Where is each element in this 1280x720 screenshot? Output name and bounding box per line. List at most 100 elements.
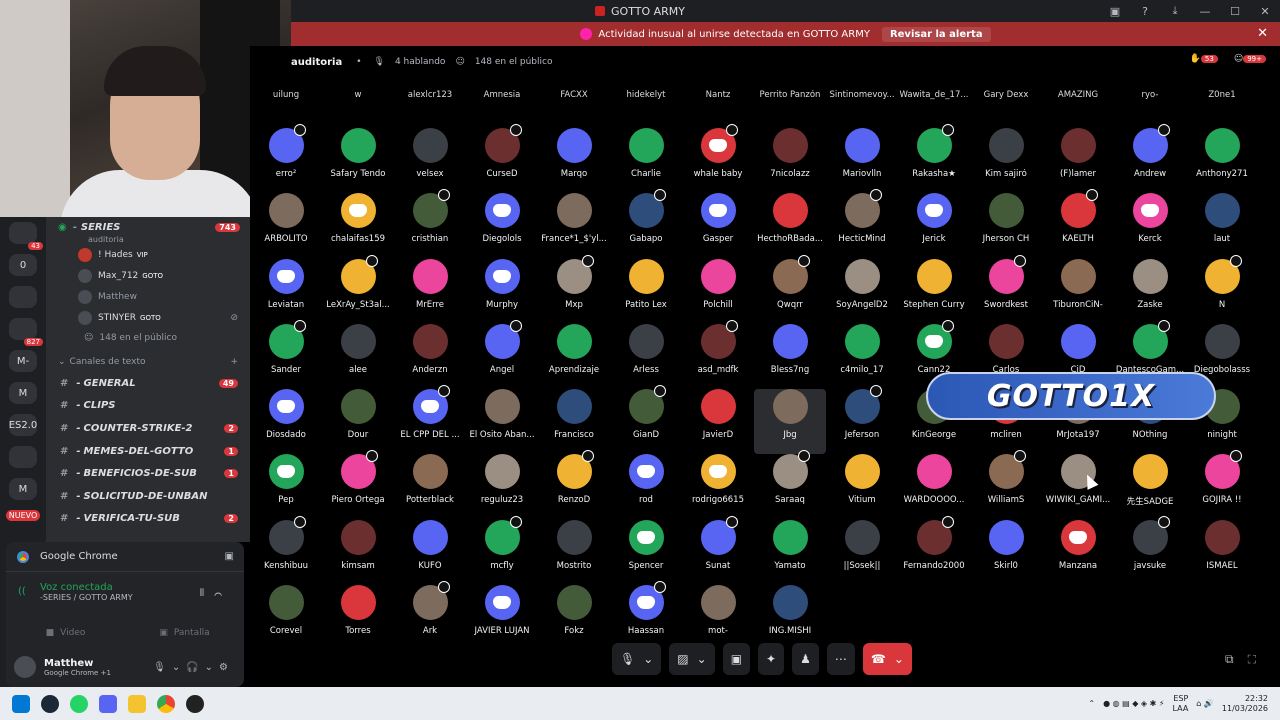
participant-tile[interactable]: Qwqrr [754,254,826,324]
participant-tile[interactable]: EL CPP DEL ... [394,385,466,454]
participant-tile[interactable]: WilliamS [970,450,1042,519]
participant-tile[interactable]: France*1_$'yl... [538,193,610,258]
participant-name[interactable]: AMAZING [1042,90,1114,100]
participant-tile[interactable]: asd_mdfk [682,319,754,389]
participant-name[interactable]: w [322,90,394,100]
participant-name[interactable]: uilung [250,90,322,100]
category-header[interactable]: ⌄ Canales de texto + [46,352,250,372]
text-channel[interactable]: # - CLIPS [46,395,250,418]
participant-tile[interactable]: Saraaq [754,450,826,519]
participant-tile[interactable]: (F)lamer [1042,128,1114,193]
participant-tile[interactable]: mot- [682,585,754,650]
server-item[interactable] [9,446,37,468]
view-controls[interactable]: ⧉⛶ [1225,652,1270,667]
participant-tile[interactable]: Mxp [538,254,610,324]
participant-tile[interactable]: Ñ [1186,254,1258,324]
participant-tile[interactable]: Torres [322,585,394,650]
server-item[interactable] [9,286,37,308]
windows-start-icon[interactable] [12,694,30,713]
account-controls[interactable]: 🎙⌄🎧⌄⚙ [153,662,234,673]
participant-tile[interactable]: Potterblack [394,454,466,519]
participant-tile[interactable]: Arless [610,323,682,389]
server-item[interactable]: M [9,478,37,500]
participant-tile[interactable]: WIWIKI_GAMI... [1042,454,1114,519]
participant-tile[interactable]: Patito Lex [610,258,682,324]
participant-tile[interactable]: Anderzn [394,323,466,389]
server-item[interactable]: 0 [9,254,37,276]
participant-tile[interactable]: Gasper [682,193,754,258]
participant-tile[interactable]: velsex [394,128,466,193]
participant-name[interactable]: Amnesia [466,90,538,100]
chrome-icon[interactable] [157,694,175,713]
participant-tile[interactable]: Mostrito [538,519,610,585]
more-button[interactable]: ⋯ [826,643,855,675]
participant-tile[interactable]: Kerck [1114,193,1186,258]
participant-tile[interactable]: Fernando2000 [898,515,970,585]
participant-tile[interactable]: Haassan [610,581,682,650]
language-indicator[interactable]: ESP LAA [1172,694,1188,714]
participant-tile[interactable]: CurseD [466,124,538,193]
text-channel[interactable]: # - MEMES-DEL-GOTTO 1 [46,440,250,463]
participant-tile[interactable]: HecticMind [826,189,898,258]
participant-name[interactable]: Gary Dexx [970,90,1042,100]
participant-tile[interactable]: javsuke [1114,515,1186,585]
server-item[interactable]: 827 [9,318,43,346]
participant-tile[interactable]: erro² [250,124,322,193]
participant-tile[interactable]: Piero Ortega [322,450,394,519]
network-icon[interactable]: ⌂ 🔊 [1196,699,1214,708]
participant-tile[interactable]: TiburonCiN- [1042,258,1114,324]
participant-tile[interactable]: Francisco [538,389,610,454]
obs-icon[interactable] [186,694,204,713]
participant-tile[interactable]: Rakasha★ [898,124,970,193]
close-window-button[interactable]: ✕ [1250,5,1280,18]
participant-tile[interactable]: Vitium [826,454,898,519]
participant-tile[interactable]: Leviatan [250,258,322,324]
participant-tile[interactable]: Murphy [466,258,538,324]
participant-tile[interactable]: HecthoRBada... [754,193,826,258]
participant-tile[interactable]: Diegolols [466,193,538,258]
add-channel-icon[interactable]: + [230,357,238,367]
participant-tile[interactable]: Swordkest [970,254,1042,324]
participant-tile[interactable]: RenzoD [538,450,610,519]
participant-tile[interactable]: laut [1186,193,1258,258]
minimize-button[interactable]: — [1190,5,1220,18]
participant-tile[interactable]: Sunat [682,515,754,585]
participant-tile[interactable]: chalaifas159 [322,193,394,258]
participant-name[interactable]: hidekelyt [610,90,682,100]
text-channel[interactable]: # - VERIFICA-TU-SUB 2 [46,508,250,531]
participant-tile[interactable]: Dour [322,389,394,454]
participant-tile[interactable]: Marqo [538,128,610,193]
participant-tile[interactable]: kimsam [322,519,394,585]
clock[interactable]: 22:32 11/03/2026 [1222,694,1268,714]
participant-tile[interactable]: GOJIRA !! [1186,450,1258,519]
participant-tile[interactable]: whale baby [682,124,754,193]
voice-member[interactable]: STINYER GOTO ⊘ [46,307,250,328]
participant-tile[interactable]: Stephen Curry [898,258,970,324]
participant-tile[interactable]: Andrew [1114,124,1186,193]
participant-tile[interactable]: alee [322,323,394,389]
participant-tile[interactable]: KAELTH [1042,189,1114,258]
participant-tile[interactable]: mcfly [466,515,538,585]
maximize-button[interactable]: ☐ [1220,5,1250,18]
participant-tile[interactable]: Jeferson [826,385,898,454]
participant-tile[interactable]: reguluz23 [466,454,538,519]
participant-tile[interactable]: Sander [250,319,322,389]
participant-tile[interactable]: Polchill [682,258,754,324]
voice-channel[interactable]: ◉ - SERIES 743 auditoria [46,217,250,244]
participant-tile[interactable]: JAVIER LUJAN [466,585,538,650]
participant-tile[interactable]: SoyAngelD2 [826,258,898,324]
chevron-up-icon[interactable]: ⌃ [1088,699,1095,708]
participant-tile[interactable]: Manzana [1042,519,1114,585]
participant-tile[interactable]: rodrigo6615 [682,454,754,519]
activity-row[interactable]: Google Chrome ▣ [6,542,244,572]
participant-tile[interactable]: KUFO [394,519,466,585]
participant-name[interactable]: Wawita_de_17... [898,90,970,100]
server-item[interactable]: ES2.0 [9,414,37,436]
participant-tile[interactable]: Skirl0 [970,519,1042,585]
tray-icons[interactable]: ● ◍ ▤ ◆ ◈ ✱ ⚡ [1103,699,1164,708]
text-channel[interactable]: # - SOLICITUD-DE-UNBAN [46,485,250,508]
participant-tile[interactable]: Spencer [610,519,682,585]
participant-tile[interactable]: WARDOOOO... [898,454,970,519]
voice-member[interactable]: Matthew [46,286,250,307]
steam-icon[interactable] [41,694,59,713]
